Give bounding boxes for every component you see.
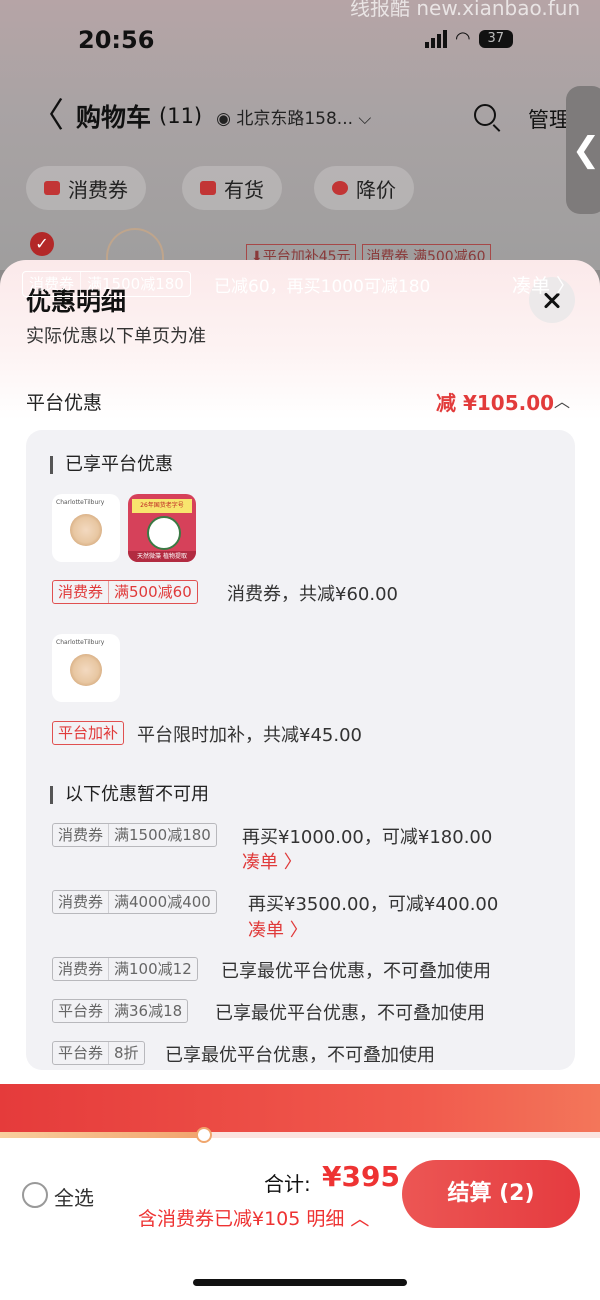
coupon-badge: 消费券 满500减60: [52, 580, 198, 604]
total-label: 合计:: [264, 1172, 311, 1196]
product-thumbnail-compact[interactable]: CharlotteTilbury: [52, 634, 120, 702]
product-thumbnail-compact[interactable]: CharlotteTilbury: [52, 494, 120, 562]
back-icon[interactable]: 〈: [30, 99, 64, 133]
unavailable-row-text: 已享最优平台优惠，不可叠加使用: [165, 1045, 435, 1066]
unavailable-row-text: 再买¥3500.00，可减¥400.00: [248, 894, 499, 915]
discount-detail-sheet: 优惠明细 实际优惠以下单页为准 平台优惠 减 ¥105.00 ︿ 已享平台优惠 …: [0, 260, 600, 1300]
platform-discount-label: 平台优惠: [26, 392, 103, 414]
promo-progress-text: 已减60，再买1000可减180: [214, 277, 431, 297]
chevron-up-icon[interactable]: ︿: [554, 388, 570, 412]
coupon-icon: [44, 181, 60, 195]
unavailable-row-text: 已享最优平台优惠，不可叠加使用: [215, 1003, 485, 1024]
compact-image: [70, 654, 102, 686]
select-all-checkbox[interactable]: [22, 1182, 48, 1208]
filter-chip-coupon[interactable]: 消费券: [26, 166, 146, 210]
total-amount: ¥395: [322, 1160, 400, 1193]
unavailable-coupon-badge: 消费券 满100减12: [52, 957, 198, 981]
manage-button[interactable]: 管理: [528, 104, 570, 134]
enjoyed-section-title: 已享平台优惠: [50, 456, 173, 474]
cart-icon: [200, 181, 216, 195]
signal-icon: [425, 29, 447, 48]
search-icon[interactable]: [474, 104, 496, 126]
unavailable-row-text: 已享最优平台优惠，不可叠加使用: [221, 961, 491, 982]
coupon-saving-text: 消费券，共减¥60.00: [227, 584, 398, 605]
unavailable-coupon-badge: 消费券 满1500减180: [52, 823, 217, 847]
unavailable-platform-badge: 平台券 8折: [52, 1041, 145, 1065]
filter-chip-in-stock[interactable]: 有货: [182, 166, 282, 210]
promo-progress-knob: [196, 1127, 212, 1143]
checkout-button[interactable]: 结算 (2): [402, 1160, 580, 1228]
discount-panel: 已享平台优惠 CharlotteTilbury 26年国货老字号 天然微藻 植物…: [26, 430, 575, 1070]
unavailable-section-title: 以下优惠暂不可用: [50, 786, 209, 804]
home-indicator: [193, 1279, 407, 1286]
promo-progress-fill: [0, 1132, 204, 1138]
promo-bar[interactable]: [0, 1084, 600, 1132]
unavailable-platform-badge: 平台券 满36减18: [52, 999, 189, 1023]
discount-detail-toggle[interactable]: 含消费券已减¥105 明细 ︿: [138, 1204, 369, 1231]
collect-order-link[interactable]: 凑单 〉: [242, 848, 302, 874]
unavailable-coupon-badge: 消费券 满4000减400: [52, 890, 217, 914]
cart-count: (11): [159, 104, 203, 128]
collect-order-button[interactable]: 凑单 〉: [512, 271, 575, 298]
filter-chip-price-drop[interactable]: 降价: [314, 166, 414, 210]
status-time: 20:56: [78, 26, 155, 54]
platform-subsidy-badge: 平台加补: [52, 721, 125, 745]
side-handle[interactable]: ❮: [566, 86, 600, 214]
collect-order-link[interactable]: 凑单 〉: [248, 916, 308, 942]
subsidy-saving-text: 平台限时加补，共减¥45.00: [137, 725, 362, 746]
sheet-subtitle: 实际优惠以下单页为准: [26, 326, 206, 347]
mask-image: [147, 516, 181, 550]
platform-discount-total: 减 ¥105.00: [436, 391, 555, 415]
unavailable-row-text: 再买¥1000.00，可减¥180.00: [242, 827, 493, 848]
page-title: 购物车: [76, 103, 152, 132]
wifi-icon: ◠: [455, 28, 471, 49]
promo-coupon-badge: 消费券 满1500减180: [22, 271, 191, 297]
watermark: 线报酷 new.xianbao.fun: [350, 0, 581, 20]
item-checkbox[interactable]: ✓: [30, 232, 54, 256]
address-selector[interactable]: ◉ 北京东路158... ⌵: [216, 104, 371, 129]
price-drop-icon: [332, 181, 348, 195]
product-thumbnail-mask[interactable]: 26年国货老字号 天然微藻 植物提取: [128, 494, 196, 562]
battery-icon: 37: [478, 29, 513, 48]
status-icons: ◠ 37: [425, 28, 513, 49]
select-all-label[interactable]: 全选: [54, 1182, 94, 1211]
compact-image: [70, 514, 102, 546]
